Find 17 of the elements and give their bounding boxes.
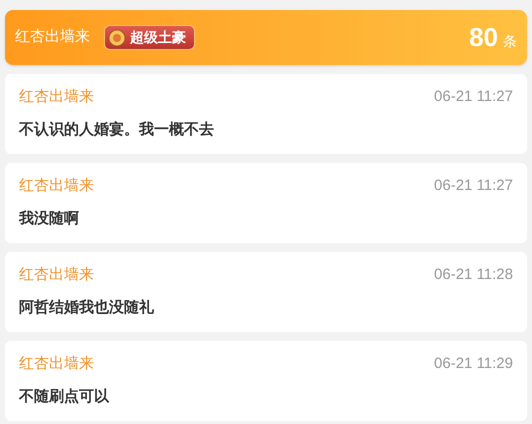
message-text: 不随刷点可以 <box>19 386 110 406</box>
message-time: 06-21 11:28 <box>434 265 513 285</box>
message-time: 06-21 11:27 <box>434 87 513 107</box>
message-time: 06-21 11:29 <box>434 354 513 374</box>
coin-icon <box>108 28 126 46</box>
sender-name: 红杏出墙来 <box>19 354 94 374</box>
sender-name: 红杏出墙来 <box>19 176 94 196</box>
count-unit: 条 <box>503 32 517 51</box>
sender-name: 红杏出墙来 <box>19 265 94 285</box>
sender-name: 红杏出墙来 <box>19 87 94 107</box>
user-name: 红杏出墙来 <box>15 27 90 48</box>
message-time: 06-21 11:27 <box>434 176 513 196</box>
message-text: 我没随啊 <box>19 208 80 228</box>
message-text: 阿哲结婚我也没随礼 <box>19 298 155 318</box>
message-count: 80 <box>469 21 498 54</box>
message-text: 不认识的人婚宴。我一概不去 <box>19 120 215 140</box>
rank-badge: 超级土豪 <box>104 25 195 50</box>
